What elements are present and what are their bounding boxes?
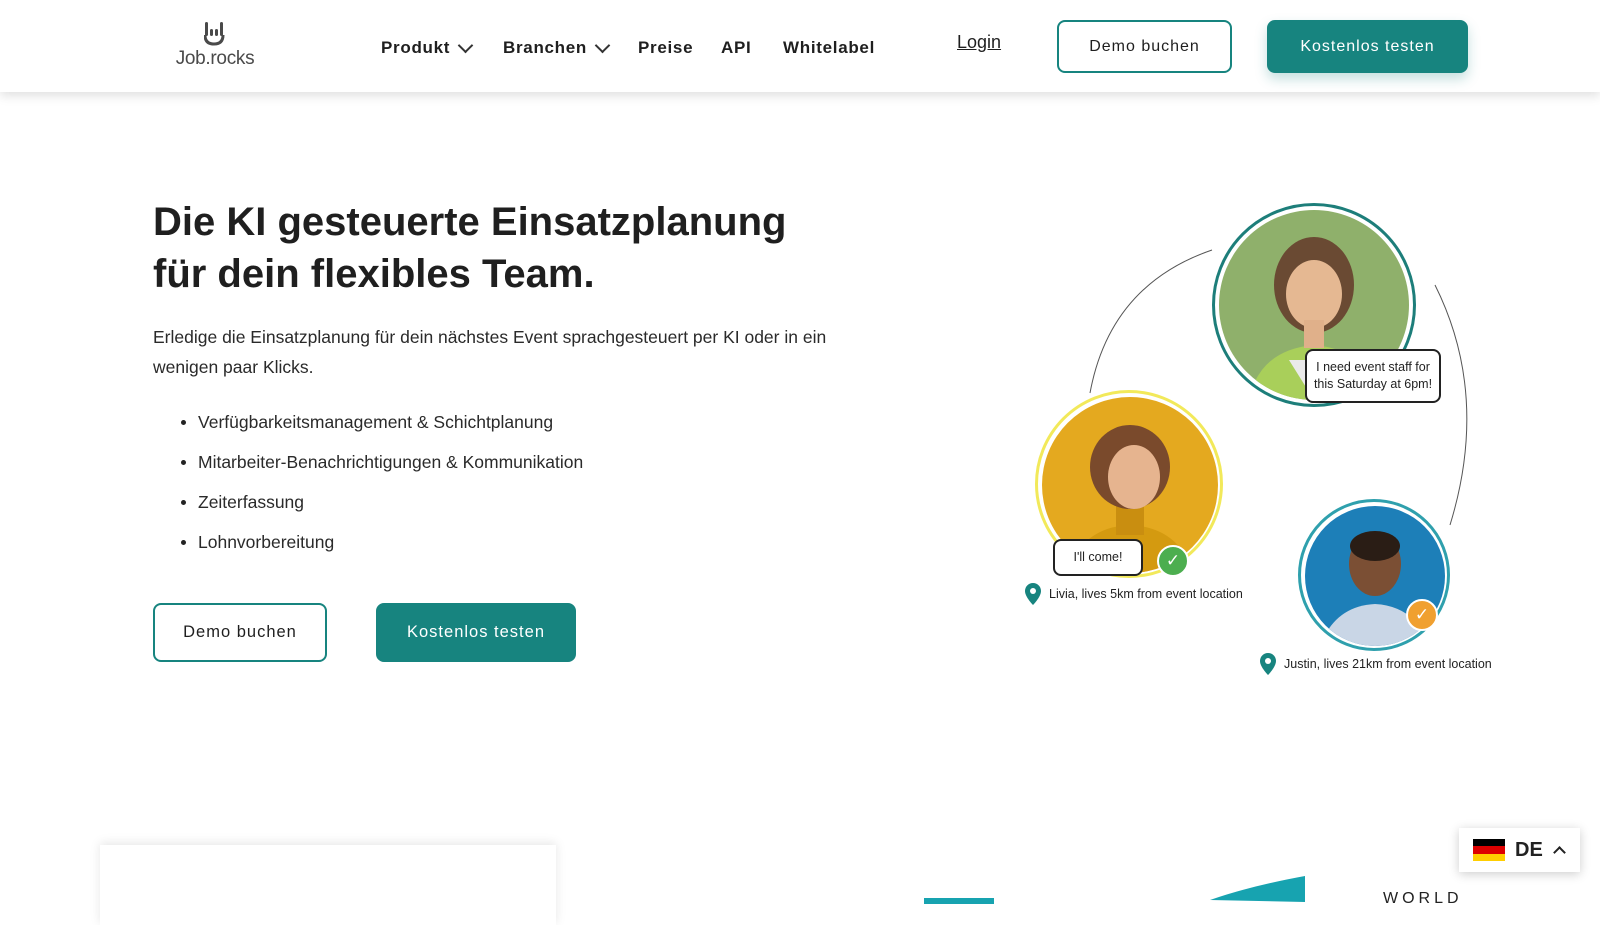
livia-bubble-text: I'll come! [1073, 550, 1123, 564]
hero-title-line-1: Die KI gesteuerte Einsatzplanung [153, 200, 787, 244]
logo-hand-icon [204, 22, 225, 46]
feature-list: Verfügbarkeitsmanagement & Schichtplanun… [153, 405, 583, 565]
nav-whitelabel[interactable]: Whitelabel [783, 38, 875, 58]
chevron-down-icon [457, 37, 474, 54]
hero-subtitle: Erledige die Einsatzplanung für dein näc… [153, 327, 827, 377]
partner-logo-text: WORLD [1383, 890, 1463, 907]
nav-branchen[interactable]: Branchen [503, 37, 611, 58]
nav-label: Preise [638, 38, 694, 57]
manager-speech-bubble: I need event staff for this Saturday at … [1305, 349, 1441, 403]
feature-item: Verfügbarkeitsmanagement & Schichtplanun… [153, 405, 583, 445]
check-icon: ✓ [1157, 545, 1189, 577]
language-switcher[interactable]: DE [1459, 828, 1580, 872]
hero-title: Die KI gesteuerte Einsatzplanung für dei… [153, 196, 853, 300]
hero-illustration: I need event staff for this Saturday at … [1000, 195, 1520, 685]
language-code: DE [1515, 838, 1543, 861]
livia-location: Livia, lives 5km from event location [1025, 583, 1243, 605]
location-pin-icon [1025, 583, 1041, 605]
logo-text: Job.rocks [175, 48, 255, 69]
check-icon: ✓ [1406, 599, 1438, 631]
hero-title-line-2: für dein flexibles Team. [153, 252, 595, 296]
header-trial-button[interactable]: Kostenlos testen [1267, 20, 1468, 73]
nav-label: Branchen [503, 38, 588, 57]
livia-location-text: Livia, lives 5km from event location [1049, 587, 1243, 601]
feature-item: Zeiterfassung [153, 485, 583, 525]
hero-demo-button[interactable]: Demo buchen [153, 603, 327, 662]
logo[interactable]: Job.rocks [168, 20, 262, 74]
feature-item: Lohnvorbereitung [153, 525, 583, 565]
livia-speech-bubble: I'll come! [1053, 539, 1143, 576]
nav-preise[interactable]: Preise [638, 38, 693, 58]
nav-label: Produkt [381, 38, 451, 57]
login-link[interactable]: Login [957, 32, 1001, 53]
nav-produkt[interactable]: Produkt [381, 37, 474, 58]
nav-label: Whitelabel [783, 38, 876, 57]
bottom-card [100, 845, 556, 925]
germany-flag-icon [1473, 839, 1505, 861]
partner-logo-shapes [924, 876, 1305, 904]
nav-label: API [721, 38, 752, 57]
justin-location: Justin, lives 21km from event location [1260, 653, 1492, 675]
chevron-down-icon [594, 37, 611, 54]
location-pin-icon [1260, 653, 1276, 675]
justin-location-text: Justin, lives 21km from event location [1284, 657, 1492, 671]
nav-api[interactable]: API [721, 38, 751, 58]
chevron-up-icon [1552, 846, 1566, 859]
site-header: Job.rocks Produkt Branchen Preise API Wh… [0, 0, 1600, 92]
hero-trial-button[interactable]: Kostenlos testen [376, 603, 576, 662]
header-demo-button[interactable]: Demo buchen [1057, 20, 1232, 73]
feature-item: Mitarbeiter-Benachrichtigungen & Kommuni… [153, 445, 583, 485]
manager-bubble-line-1: I need event staff for [1316, 360, 1430, 374]
manager-bubble-line-2: this Saturday at 6pm! [1313, 377, 1433, 391]
